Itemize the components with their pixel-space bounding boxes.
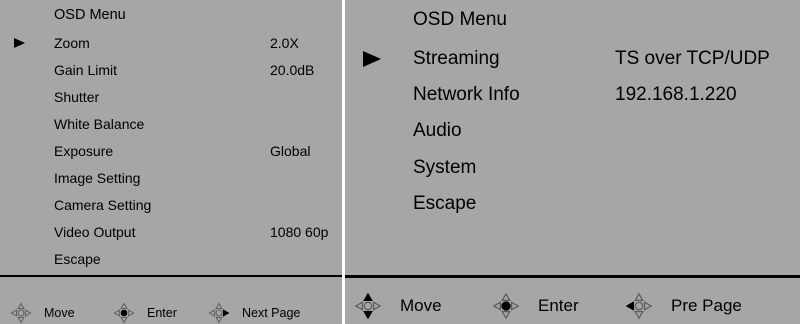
- footer-hint-move: Move: [354, 289, 442, 323]
- menu-item-label: Shutter: [54, 89, 100, 105]
- selection-pointer-icon: [14, 38, 25, 48]
- footer-hint-move: Move: [10, 301, 75, 324]
- menu-title: OSD Menu: [413, 9, 507, 30]
- menu-item-streaming[interactable]: Streaming TS over TCP/UDP: [345, 41, 800, 77]
- osd-menu-page-2: OSD Menu Streaming TS over TCP/UDP Netwo…: [345, 0, 800, 324]
- menu-item-value: TS over TCP/UDP: [615, 48, 770, 69]
- menu-item-label: Exposure: [54, 143, 114, 159]
- menu-item-exposure[interactable]: Exposure Global: [0, 138, 342, 164]
- menu-item-video-output[interactable]: Video Output 1080 60p: [0, 219, 342, 245]
- dpad-left-right-icon: [10, 302, 32, 324]
- menu-item-label: Network Info: [413, 84, 520, 105]
- menu-title: OSD Menu: [54, 7, 126, 23]
- dpad-right-icon: [208, 302, 230, 324]
- footer-hint-pre-page: Pre Page: [625, 289, 742, 323]
- menu-item-value: 2.0X: [270, 35, 299, 51]
- menu-item-value: Global: [270, 143, 311, 159]
- menu-item-label: Gain Limit: [54, 62, 118, 78]
- menu-item-label: Image Setting: [54, 170, 141, 186]
- menu-item-white-balance[interactable]: White Balance: [0, 111, 342, 137]
- menu-item-escape[interactable]: Escape: [0, 246, 342, 272]
- menu-item-value: 1080 60p: [270, 224, 329, 240]
- menu-item-label: System: [413, 157, 477, 178]
- dpad-center-icon: [113, 302, 135, 324]
- menu-item-label: Escape: [413, 193, 477, 214]
- footer-divider: [0, 275, 342, 277]
- selection-pointer-icon: [363, 51, 381, 67]
- osd-menu-page-1: OSD Menu Zoom 2.0X Gain Limit 20.0dB Shu…: [0, 0, 342, 324]
- menu-item-label: Camera Setting: [54, 197, 152, 213]
- menu-item-value: 20.0dB: [270, 62, 315, 78]
- menu-item-system[interactable]: System: [345, 150, 800, 186]
- menu-item-network-info[interactable]: Network Info 192.168.1.220: [345, 77, 800, 113]
- footer-hint-next-page: Next Page: [208, 301, 300, 324]
- dpad-left-right-icon: [354, 292, 382, 320]
- menu-item-shutter[interactable]: Shutter: [0, 84, 342, 110]
- footer-hint-label: Pre Page: [671, 296, 742, 315]
- footer-hint-label: Enter: [147, 306, 177, 320]
- footer-hint-label: Move: [44, 306, 75, 320]
- footer-hint-label: Move: [400, 296, 442, 315]
- menu-item-zoom[interactable]: Zoom 2.0X: [0, 30, 342, 56]
- menu-item-label: Streaming: [413, 48, 500, 69]
- footer-hint-enter: Enter: [492, 289, 579, 323]
- dpad-center-icon: [492, 292, 520, 320]
- menu-item-escape[interactable]: Escape: [345, 186, 800, 222]
- menu-item-label: Audio: [413, 120, 462, 141]
- menu-item-camera-setting[interactable]: Camera Setting: [0, 192, 342, 218]
- footer-divider: [345, 275, 800, 278]
- menu-item-label: Video Output: [54, 224, 136, 240]
- menu-item-label: White Balance: [54, 116, 145, 132]
- dpad-left-icon: [625, 292, 653, 320]
- footer-hint-label: Enter: [538, 296, 579, 315]
- footer-hint-enter: Enter: [113, 301, 177, 324]
- menu-item-gain-limit[interactable]: Gain Limit 20.0dB: [0, 57, 342, 83]
- menu-item-label: Zoom: [54, 35, 90, 51]
- menu-item-value: 192.168.1.220: [615, 84, 737, 105]
- footer-hint-label: Next Page: [242, 306, 301, 320]
- menu-item-image-setting[interactable]: Image Setting: [0, 165, 342, 191]
- menu-item-audio[interactable]: Audio: [345, 113, 800, 149]
- menu-item-label: Escape: [54, 251, 101, 267]
